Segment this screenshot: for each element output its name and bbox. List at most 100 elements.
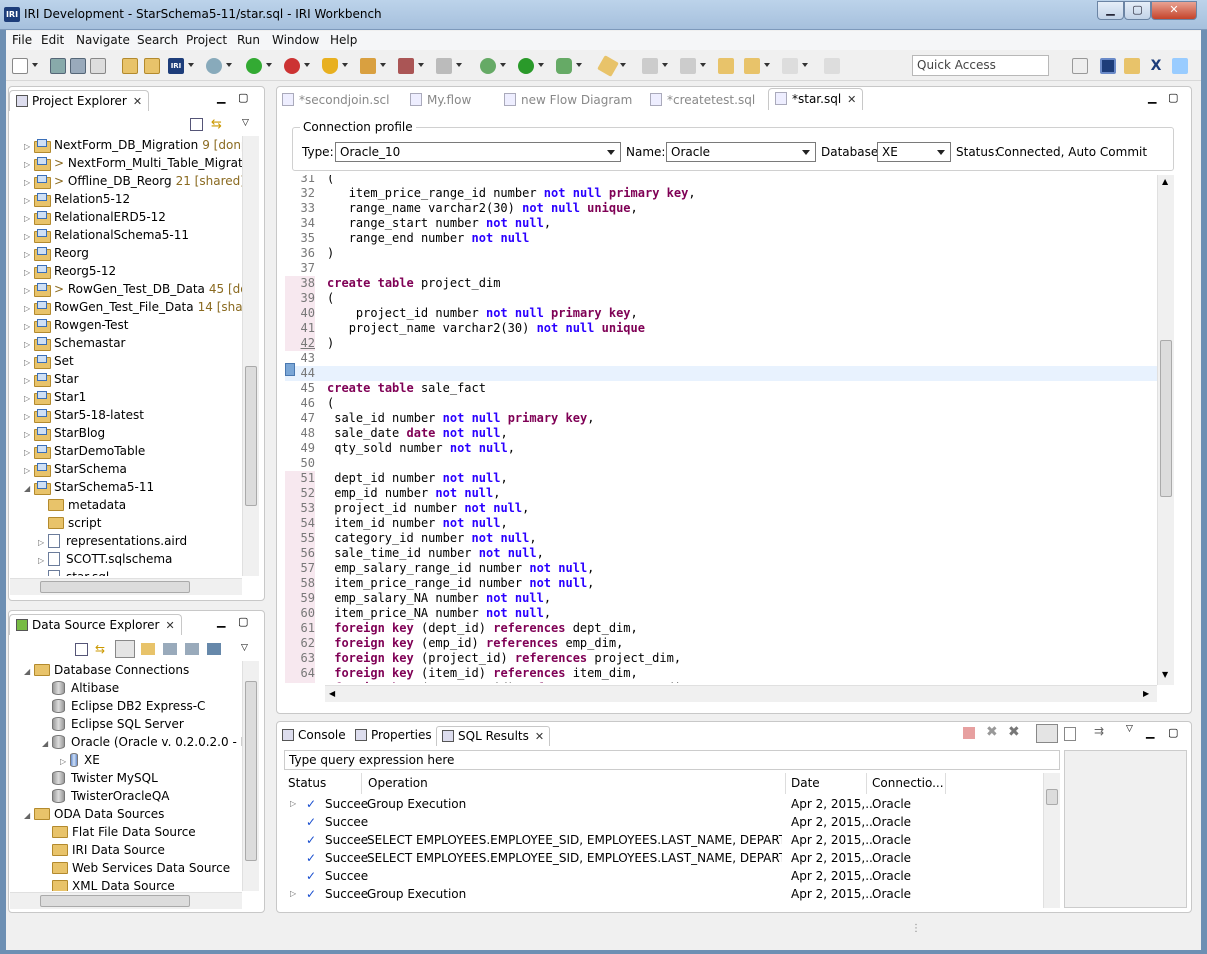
tab-project-explorer[interactable]: Project Explorer ✕ [9,90,150,111]
project-item[interactable]: ▷ StarBlog [24,424,105,442]
shield-icon[interactable] [322,58,338,74]
expanded-arrow-icon[interactable]: ◢ [24,480,34,498]
menu-edit[interactable]: Edit [41,33,64,47]
data-source-item[interactable]: XML Data Source [42,877,175,891]
data-source-item[interactable]: Eclipse SQL Server [42,715,184,733]
forward-dropdown-icon[interactable] [802,63,808,67]
project-item[interactable]: ◢ StarSchema5-11 [24,478,154,496]
remove-icon[interactable]: ✖ [986,724,998,740]
project-item[interactable]: ▷ Reorg [24,244,89,262]
import-icon[interactable] [144,58,160,74]
project-item[interactable]: ▷ representations.aird [38,532,187,550]
data-source-item[interactable]: ▷ XE [60,751,100,769]
next-annotation-icon[interactable] [642,58,658,74]
layout-icon[interactable] [1036,724,1058,743]
pen-icon[interactable] [597,55,619,77]
data-source-item[interactable]: Flat File Data Source [42,823,196,841]
close-tab-icon[interactable]: ✕ [847,93,856,106]
save-icon[interactable] [50,58,66,74]
data-source-item[interactable]: Twister MySQL [42,769,158,787]
save-all-icon[interactable] [70,58,86,74]
tools-dropdown-icon[interactable] [418,63,424,67]
sql-code-editor[interactable]: 31 (32 item_price_range_id number not nul… [285,175,1157,683]
tools-icon[interactable] [398,58,414,74]
result-row[interactable]: ▷ ✓ Succee Group Execution Apr 2, 2015,... Or… [287,795,1057,813]
bottom-tab[interactable]: Properties [355,726,432,746]
last-edit-icon[interactable] [718,58,734,74]
project-item[interactable]: star.sql [38,568,109,576]
result-row[interactable]: ✓ Succee SELECT EMPLOYEES.EMPLOYEE_SID, EM… [287,831,1057,849]
external-tools-dropdown-icon[interactable] [576,63,582,67]
forward-icon[interactable] [782,58,798,74]
project-item[interactable]: ▷ Relation5-12 [24,190,130,208]
dse-hscroll[interactable] [10,892,242,909]
menu-run[interactable]: Run [237,33,260,47]
remove-all-icon[interactable]: ✖ [1008,724,1020,740]
import-icon[interactable] [163,643,177,655]
minimize-button[interactable]: ▁ [1097,1,1124,20]
text-view-icon[interactable] [1064,727,1076,741]
result-row[interactable]: ✓ Succee Apr 2, 2015,... Oracle [287,867,1057,885]
iri-perspective-icon[interactable] [1100,58,1116,74]
data-source-item[interactable]: Altibase [42,679,119,697]
project-item[interactable]: ▷ > NextForm_Multi_Table_Migration [24,154,242,172]
project-item[interactable]: ▷ > Offline_DB_Reorg 21 [shared] [24,172,242,190]
collapsed-arrow-icon[interactable]: ▷ [290,795,296,813]
project-item[interactable]: script [38,514,101,532]
open-perspective-icon[interactable] [1072,58,1088,74]
minimize-view-icon[interactable]: ▁ [217,91,225,104]
maximize-view-icon[interactable]: ▢ [238,91,248,104]
editor-tab[interactable]: new Flow Diagram [504,90,632,112]
rowgen-icon[interactable] [284,58,300,74]
name-select[interactable]: Oracle [666,142,816,162]
project-item[interactable]: metadata [38,496,126,514]
link-icon[interactable]: ⇆ [95,642,105,656]
editor-tab[interactable]: *createtest.sql [650,90,755,112]
project-item[interactable]: ▷ Rowgen-Test [24,316,128,334]
tab-data-source-explorer[interactable]: Data Source Explorer ✕ [9,614,182,635]
close-button[interactable]: ✕ [1151,1,1197,20]
back-dropdown-icon[interactable] [764,63,770,67]
menu-window[interactable]: Window [272,33,319,47]
project-item[interactable]: ▷ Star5-18-latest [24,406,144,424]
debug-dropdown-icon[interactable] [500,63,506,67]
project-item[interactable]: ▷RowGen_Test_File_Data14 [shared] [24,298,242,316]
maximize-view-icon[interactable]: ▢ [1168,726,1178,739]
next-annotation-dropdown-icon[interactable] [662,63,668,67]
database-perspective-icon[interactable] [1124,58,1140,74]
editor-tab[interactable]: *secondjoin.scl [282,90,389,112]
project-item[interactable]: ▷ Set [24,352,74,370]
iri-dropdown-icon[interactable] [188,63,194,67]
project-item[interactable]: ▷NextForm_DB_Migration9 [donp_i [24,136,242,154]
minimize-view-icon[interactable]: ▁ [1146,726,1154,739]
scroll-right-icon[interactable]: ▶ [1143,689,1149,698]
scroll-down-icon[interactable]: ▼ [1162,670,1168,679]
data-source-item[interactable]: TwisterOracleQA [42,787,169,805]
data-source-item[interactable]: ◢ Oracle (Oracle v. 0.2.0.2.0 - Proc [42,733,242,751]
view-menu-icon[interactable]: ▽ [242,118,249,128]
results-vscroll[interactable] [1043,773,1060,908]
editor-tab[interactable]: My.flow [410,90,471,112]
type-select[interactable]: Oracle_10 [335,142,621,162]
project-item[interactable]: ▷ Star [24,370,79,388]
minimize-view-icon[interactable]: ▁ [217,615,225,628]
data-source-item[interactable]: Web Services Data Source [42,859,230,877]
terminate-icon[interactable] [963,727,975,739]
menu-project[interactable]: Project [186,33,227,47]
data-source-item[interactable]: Eclipse DB2 Express-C [42,697,205,715]
view-menu-icon[interactable]: ▽ [241,643,248,653]
view-menu-icon[interactable]: ▽ [1126,724,1133,734]
editor-vscroll-thumb[interactable] [1160,340,1172,497]
expanded-arrow-icon[interactable]: ◢ [24,807,34,825]
transform-dropdown-icon[interactable] [456,63,462,67]
close-tab-icon[interactable]: ✕ [133,95,142,108]
new-icon[interactable] [12,58,28,74]
filter-icon[interactable]: ⇉ [1094,724,1104,738]
link-editor-icon[interactable]: ⇆ [211,117,222,132]
shield-dropdown-icon[interactable] [342,63,348,67]
bottom-tab[interactable]: SQL Results ✕ [436,726,551,746]
xml-perspective-icon[interactable]: X [1148,58,1164,74]
column-connection[interactable]: Connectio... [868,773,946,794]
editor-tab[interactable]: *star.sql ✕ [768,88,864,110]
project-item[interactable]: ▷ Star1 [24,388,86,406]
